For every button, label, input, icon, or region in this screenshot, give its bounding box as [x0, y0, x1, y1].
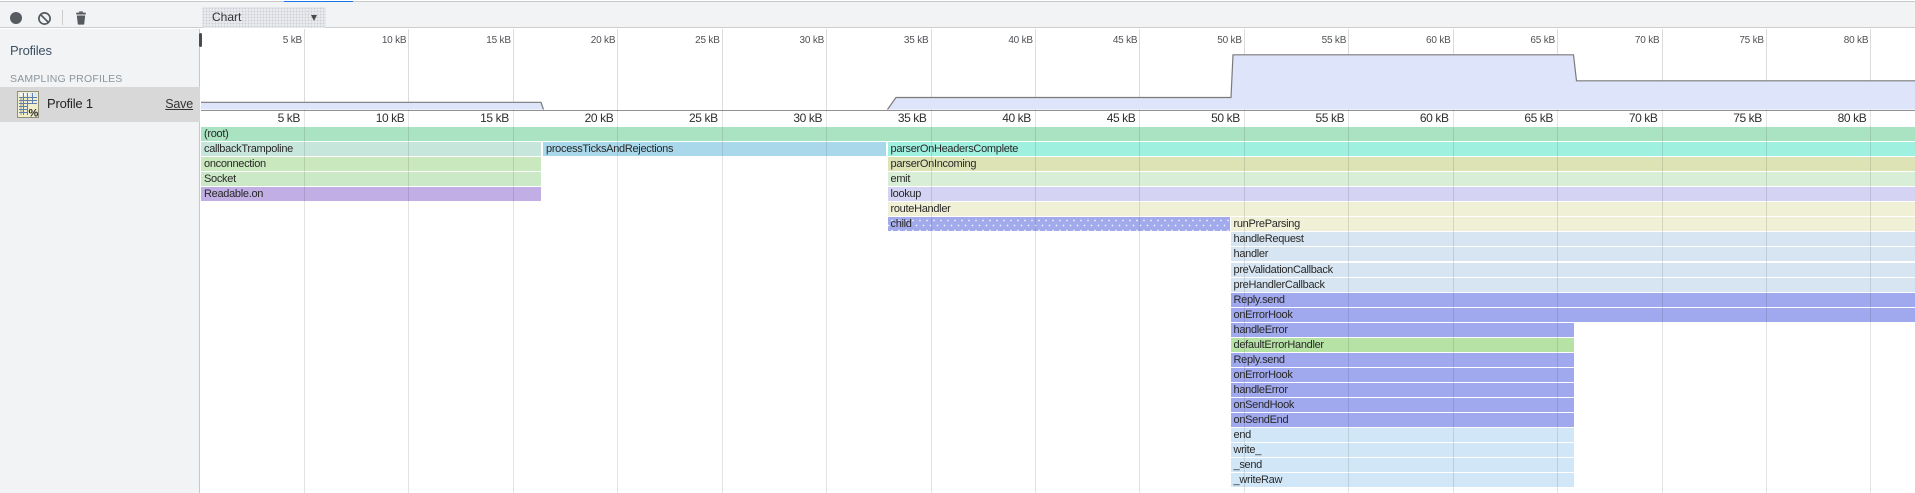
svg-text:%: % — [29, 108, 39, 119]
